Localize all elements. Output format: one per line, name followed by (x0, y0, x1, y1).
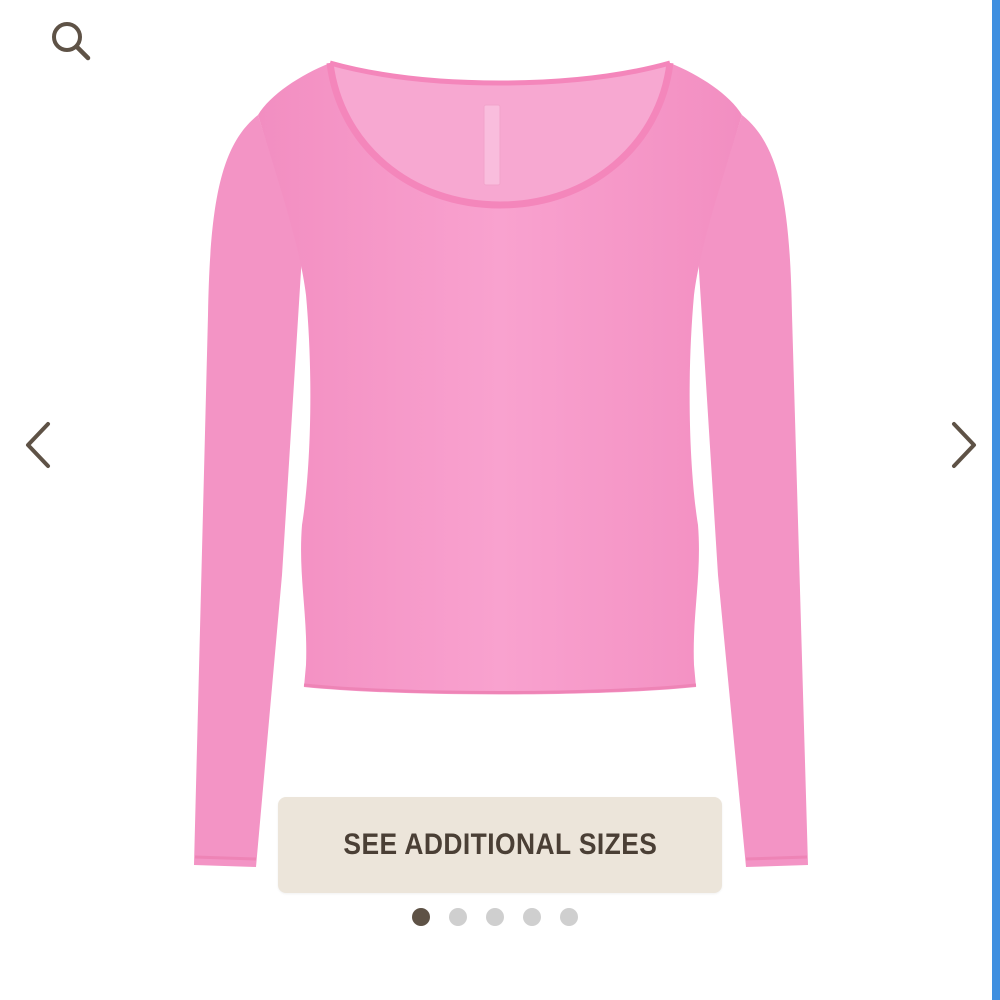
see-additional-sizes-label: SEE ADDITIONAL SIZES (343, 828, 657, 861)
carousel-pagination (412, 908, 578, 926)
carousel-dot-4[interactable] (523, 908, 541, 926)
chevron-left-icon (26, 422, 50, 468)
product-image (194, 60, 808, 867)
carousel-dot-3[interactable] (486, 908, 504, 926)
search-button[interactable] (46, 16, 94, 64)
previous-image-button[interactable] (18, 410, 62, 480)
carousel-dot-2[interactable] (449, 908, 467, 926)
see-additional-sizes-button[interactable]: SEE ADDITIONAL SIZES (278, 797, 722, 893)
search-icon (52, 22, 91, 61)
chevron-right-icon (952, 422, 976, 468)
scrollbar[interactable] (992, 0, 1000, 1000)
next-image-button[interactable] (940, 410, 984, 480)
product-page: SEE ADDITIONAL SIZES (0, 0, 1000, 1000)
carousel-dot-1[interactable] (412, 908, 430, 926)
carousel-dot-5[interactable] (560, 908, 578, 926)
